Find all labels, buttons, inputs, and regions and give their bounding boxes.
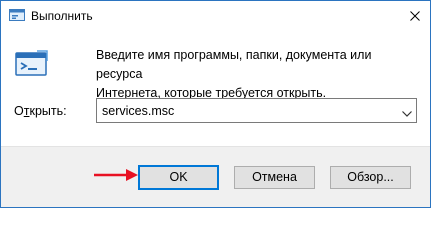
red-arrow-annotation (94, 169, 138, 181)
open-combobox[interactable] (96, 98, 417, 123)
open-label: Открыть: (14, 104, 67, 118)
title-bar: Выполнить (1, 1, 430, 31)
close-icon (410, 11, 420, 21)
open-label-prefix: О (14, 104, 24, 118)
run-dialog-icon (9, 9, 25, 23)
open-label-suffix: крыть: (29, 104, 67, 118)
run-program-icon (15, 49, 49, 79)
chevron-down-icon[interactable] (402, 107, 412, 117)
ok-button[interactable]: OK (138, 165, 219, 190)
run-dialog: Выполнить Введите имя программы, папки, … (0, 0, 431, 208)
window-title: Выполнить (31, 9, 93, 23)
cancel-button[interactable]: Отмена (234, 166, 315, 189)
browse-button[interactable]: Обзор... (330, 166, 411, 189)
dialog-description: Введите имя программы, папки, документа … (96, 48, 372, 100)
open-input[interactable] (102, 99, 392, 122)
button-bar: OK Отмена Обзор... (1, 146, 430, 207)
close-button[interactable] (400, 1, 430, 31)
